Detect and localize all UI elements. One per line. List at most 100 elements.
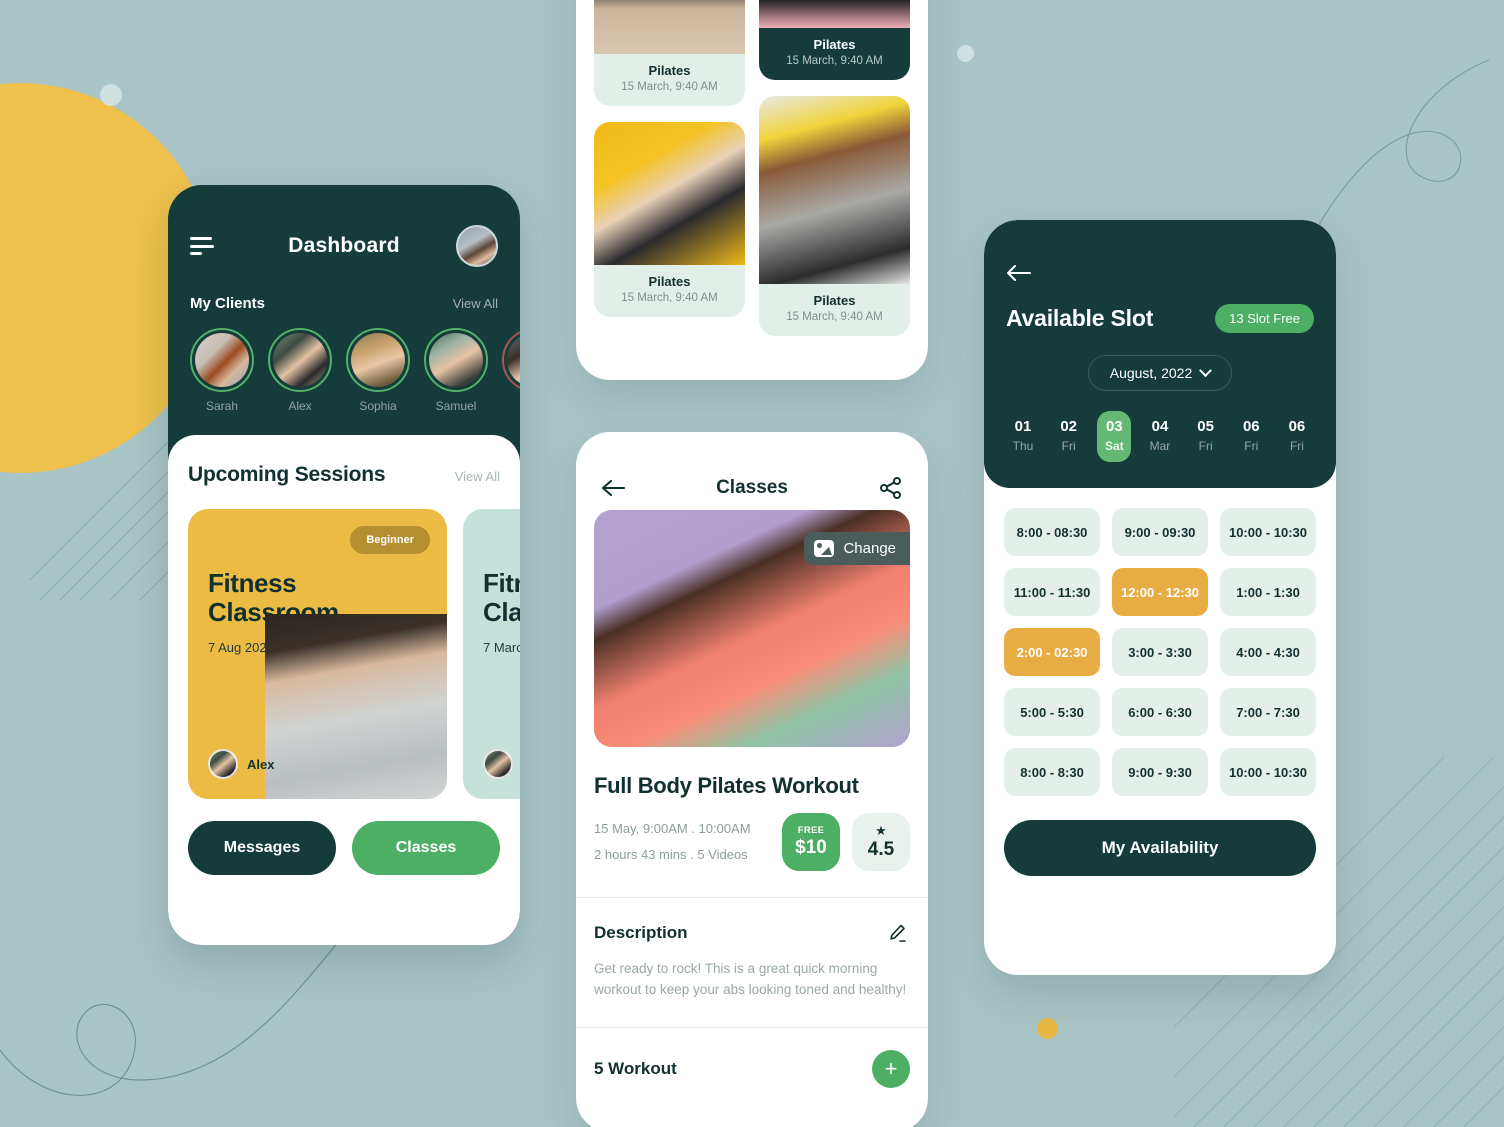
arrow-left-icon[interactable] bbox=[600, 475, 626, 501]
time-slot[interactable]: 7:00 - 7:30 bbox=[1220, 688, 1316, 736]
description-text: Get ready to rock! This is a great quick… bbox=[594, 961, 907, 998]
clients-view-all-link[interactable]: View All bbox=[453, 296, 498, 311]
client-item[interactable]: Sarah bbox=[190, 328, 254, 413]
day-cell[interactable]: 04 Mar bbox=[1143, 411, 1177, 462]
session-photo bbox=[265, 614, 447, 799]
day-cell[interactable]: 05 Fri bbox=[1189, 411, 1223, 462]
client-item[interactable]: Alex bbox=[268, 328, 332, 413]
time-slot-selected[interactable]: 12:00 - 12:30 bbox=[1112, 568, 1208, 616]
hamburger-icon[interactable] bbox=[190, 237, 214, 255]
classes-button[interactable]: Classes bbox=[352, 821, 500, 875]
add-workout-button[interactable]: + bbox=[872, 1049, 910, 1088]
client-item[interactable]: Sophia bbox=[346, 328, 410, 413]
price-free-label: FREE bbox=[797, 825, 825, 836]
pencil-icon[interactable] bbox=[884, 920, 910, 946]
price-amount: $10 bbox=[795, 837, 827, 858]
day-weekday: Thu bbox=[1012, 439, 1034, 453]
my-clients-label: My Clients bbox=[190, 295, 266, 312]
pilates-card[interactable]: Pilates 15 March, 9:40 AM bbox=[759, 96, 910, 336]
time-slot[interactable]: 11:00 - 11:30 bbox=[1004, 568, 1100, 616]
pilates-card[interactable]: Pilates 15 March, 9:40 AM bbox=[759, 0, 910, 80]
class-name: Full Body Pilates Workout bbox=[594, 773, 859, 798]
client-item[interactable]: Samuel bbox=[424, 328, 488, 413]
day-cell[interactable]: 06 Fri bbox=[1280, 411, 1314, 462]
page-title: Classes bbox=[716, 477, 788, 498]
arrow-left-icon[interactable] bbox=[1006, 262, 1032, 287]
pilates-photo bbox=[759, 0, 910, 28]
session-carousel[interactable]: Beginner FitnessClassroom 7 Aug 2022, 9:… bbox=[188, 509, 520, 799]
day-cell-selected[interactable]: 03 Sat bbox=[1097, 411, 1132, 462]
messages-button[interactable]: Messages bbox=[188, 821, 336, 875]
time-slot[interactable]: 1:00 - 1:30 bbox=[1220, 568, 1316, 616]
session-datetime: 7 March bbox=[483, 640, 520, 656]
change-image-button[interactable]: Change bbox=[804, 532, 910, 565]
time-slot[interactable]: 3:00 - 3:30 bbox=[1112, 628, 1208, 676]
my-availability-button[interactable]: My Availability bbox=[1004, 820, 1316, 876]
day-number: 03 bbox=[1105, 418, 1123, 435]
pilates-subtitle: 15 March, 9:40 AM bbox=[786, 55, 883, 67]
dashboard-header: Dashboard bbox=[190, 223, 498, 269]
time-slot[interactable]: 8:00 - 8:30 bbox=[1004, 748, 1100, 796]
avatar bbox=[507, 333, 520, 387]
avatar-ring bbox=[346, 328, 410, 392]
upcoming-sessions-header: Upcoming Sessions View All bbox=[188, 463, 500, 487]
client-name: Sophia bbox=[359, 399, 397, 413]
time-slot[interactable]: 4:00 - 4:30 bbox=[1220, 628, 1316, 676]
session-title: FitnCla bbox=[483, 568, 520, 628]
time-slot[interactable]: 10:00 - 10:30 bbox=[1220, 748, 1316, 796]
dashboard-top-area: Dashboard My Clients View All Sarah Alex… bbox=[168, 185, 520, 435]
time-slot-grid[interactable]: 8:00 - 08:30 9:00 - 09:30 10:00 - 10:30 … bbox=[984, 488, 1336, 796]
client-item[interactable]: Ro bbox=[502, 328, 520, 413]
pilates-card[interactable]: Pilates 15 March, 9:40 AM bbox=[594, 0, 745, 106]
time-slot[interactable]: 6:00 - 6:30 bbox=[1112, 688, 1208, 736]
session-card[interactable]: Beginner FitnessClassroom 7 Aug 2022, 9:… bbox=[188, 509, 447, 799]
time-slot[interactable]: 8:00 - 08:30 bbox=[1004, 508, 1100, 556]
month-label: August, 2022 bbox=[1109, 365, 1193, 381]
price-badge[interactable]: FREE $10 bbox=[782, 813, 840, 871]
day-weekday: Mar bbox=[1149, 439, 1171, 453]
pilates-photo bbox=[594, 0, 745, 54]
day-number: 02 bbox=[1060, 418, 1077, 435]
upcoming-sessions-title: Upcoming Sessions bbox=[188, 463, 386, 486]
description-section: Description Get ready to rock! This is a… bbox=[576, 898, 928, 1027]
pilates-title: Pilates bbox=[648, 274, 691, 289]
time-slot[interactable]: 9:00 - 09:30 bbox=[1112, 508, 1208, 556]
image-icon bbox=[814, 540, 835, 557]
time-slot[interactable]: 10:00 - 10:30 bbox=[1220, 508, 1316, 556]
time-slot-selected[interactable]: 2:00 - 02:30 bbox=[1004, 628, 1100, 676]
avatar bbox=[351, 333, 405, 387]
day-selector[interactable]: 01 Thu 02 Fri 03 Sat 04 Mar 05 Fri 06 Fr… bbox=[1006, 411, 1314, 462]
day-number: 06 bbox=[1242, 418, 1260, 435]
time-slot[interactable]: 5:00 - 5:30 bbox=[1004, 688, 1100, 736]
day-cell[interactable]: 06 Fri bbox=[1234, 411, 1268, 462]
pilates-title: Pilates bbox=[813, 37, 856, 52]
day-weekday: Sat bbox=[1104, 439, 1124, 453]
phone-dashboard: Dashboard My Clients View All Sarah Alex… bbox=[168, 185, 520, 945]
pilates-photo bbox=[594, 122, 745, 265]
avatar-ring bbox=[502, 328, 520, 392]
month-select[interactable]: August, 2022 bbox=[1088, 355, 1232, 391]
description-title: Description bbox=[594, 923, 688, 942]
day-number: 04 bbox=[1151, 418, 1169, 435]
clients-list[interactable]: Sarah Alex Sophia Samuel bbox=[190, 328, 520, 413]
profile-avatar[interactable] bbox=[456, 225, 498, 267]
day-cell[interactable]: 02 Fri bbox=[1052, 411, 1086, 462]
app-mockup-canvas: Dashboard My Clients View All Sarah Alex… bbox=[0, 0, 1504, 1127]
day-number: 01 bbox=[1014, 418, 1032, 435]
pilates-card[interactable]: Pilates 15 March, 9:40 AM bbox=[594, 122, 745, 317]
client-name: Samuel bbox=[435, 399, 477, 413]
client-name: Ro bbox=[502, 399, 520, 413]
sessions-view-all-link[interactable]: View All bbox=[455, 469, 500, 484]
share-icon[interactable] bbox=[878, 475, 904, 501]
day-weekday: Fri bbox=[1061, 439, 1076, 453]
session-card[interactable]: FitnCla 7 March S bbox=[463, 509, 520, 799]
avatar bbox=[208, 749, 238, 779]
phone-available-slot: Available Slot 13 Slot Free August, 2022… bbox=[984, 220, 1336, 975]
pilates-column-right: Pilates 15 March, 9:40 AM Pilates 15 Mar… bbox=[759, 0, 910, 336]
time-slot[interactable]: 9:00 - 9:30 bbox=[1112, 748, 1208, 796]
client-name: Sarah bbox=[205, 399, 239, 413]
class-schedule-block: 15 May, 9:00AM . 10:00AM 2 hours 43 mins… bbox=[594, 816, 751, 868]
slots-free-badge: 13 Slot Free bbox=[1215, 304, 1314, 333]
avatar bbox=[483, 749, 513, 779]
day-cell[interactable]: 01 Thu bbox=[1006, 411, 1040, 462]
